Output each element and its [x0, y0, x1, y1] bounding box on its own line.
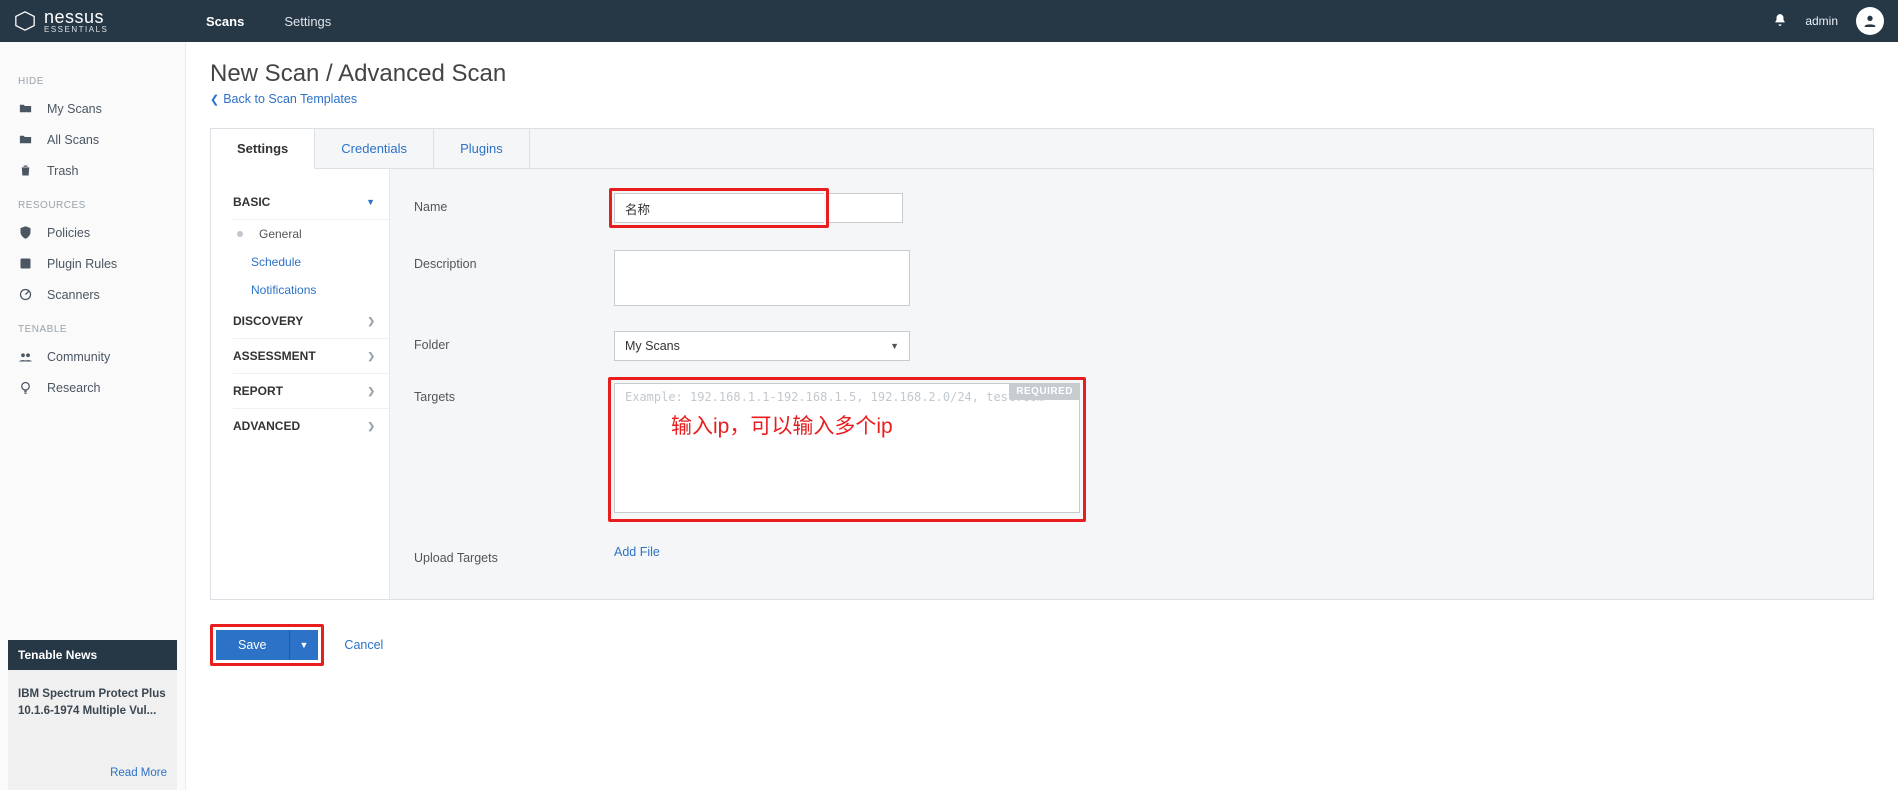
- brand-name: nessus: [44, 7, 104, 27]
- user-name[interactable]: admin: [1805, 14, 1838, 28]
- folder-label: Folder: [414, 331, 614, 352]
- notifications-icon[interactable]: [1773, 13, 1787, 30]
- back-link[interactable]: ❮ Back to Scan Templates: [210, 92, 357, 106]
- sidebar-item-community[interactable]: Community: [0, 341, 185, 372]
- settings-nav-label: BASIC: [233, 195, 270, 209]
- page-title: New Scan / Advanced Scan: [210, 60, 1874, 88]
- bulb-icon: [18, 380, 33, 395]
- save-button[interactable]: Save: [216, 630, 289, 660]
- chevron-right-icon: ❯: [367, 316, 375, 327]
- sidebar-item-scanners[interactable]: Scanners: [0, 279, 185, 310]
- topnav-settings[interactable]: Settings: [264, 0, 351, 42]
- news-box: Tenable News IBM Spectrum Protect Plus 1…: [8, 640, 177, 790]
- description-input[interactable]: [614, 250, 910, 306]
- back-link-label: Back to Scan Templates: [223, 92, 357, 106]
- save-dropdown-button[interactable]: ▼: [289, 630, 319, 660]
- settings-nav-label: ADVANCED: [233, 419, 300, 433]
- settings-nav-schedule[interactable]: Schedule: [233, 248, 389, 276]
- chevron-left-icon: ❮: [210, 93, 219, 106]
- chevron-down-icon: ▼: [366, 197, 375, 207]
- radar-icon: [18, 287, 33, 302]
- sidebar-item-label: Trash: [47, 164, 79, 178]
- cancel-link[interactable]: Cancel: [344, 638, 383, 652]
- sidebar-item-trash[interactable]: Trash: [0, 155, 185, 186]
- chevron-right-icon: ❯: [367, 421, 375, 432]
- sidebar-item-label: Scanners: [47, 288, 100, 302]
- name-label: Name: [414, 193, 614, 214]
- sidebar-item-policies[interactable]: Policies: [0, 217, 185, 248]
- chevron-right-icon: ❯: [367, 386, 375, 397]
- sidebar-group-resources: RESOURCES: [0, 186, 185, 217]
- tab-credentials[interactable]: Credentials: [315, 129, 434, 168]
- top-bar: nessus ESSENTIALS Scans Settings admin: [0, 0, 1898, 42]
- shield-icon: [18, 225, 33, 240]
- news-readmore-link[interactable]: Read More: [110, 765, 167, 782]
- caret-down-icon: ▼: [890, 341, 899, 351]
- settings-nav-label: REPORT: [233, 384, 283, 398]
- brand-edition: ESSENTIALS: [44, 25, 108, 34]
- targets-input[interactable]: [614, 383, 1080, 513]
- targets-label: Targets: [414, 383, 614, 404]
- add-file-link[interactable]: Add File: [614, 545, 660, 559]
- name-input-extra[interactable]: [829, 193, 903, 223]
- logo[interactable]: nessus ESSENTIALS: [0, 8, 186, 34]
- sidebar-item-research[interactable]: Research: [0, 372, 185, 403]
- sidebar-group-hide: HIDE: [0, 62, 185, 93]
- tabs: Settings Credentials Plugins: [211, 129, 1873, 169]
- name-input[interactable]: [614, 193, 824, 223]
- caret-down-icon: ▼: [300, 640, 309, 650]
- settings-nav-label: DISCOVERY: [233, 314, 303, 328]
- settings-nav-label: General: [259, 227, 302, 241]
- sidebar-item-label: My Scans: [47, 102, 102, 116]
- settings-nav-notifications[interactable]: Notifications: [233, 276, 389, 304]
- sidebar-item-label: Research: [47, 381, 101, 395]
- sidebar-item-plugin-rules[interactable]: Plugin Rules: [0, 248, 185, 279]
- tab-settings[interactable]: Settings: [211, 129, 315, 169]
- description-label: Description: [414, 250, 614, 271]
- settings-nav-advanced[interactable]: ADVANCED ❯: [233, 409, 389, 443]
- folder-icon: [18, 132, 33, 147]
- main-content: New Scan / Advanced Scan ❮ Back to Scan …: [186, 42, 1898, 790]
- settings-nav: BASIC ▼ General Schedule Notifications D…: [211, 169, 389, 599]
- topnav-scans[interactable]: Scans: [186, 0, 264, 42]
- sidebar-item-all-scans[interactable]: All Scans: [0, 124, 185, 155]
- settings-nav-basic[interactable]: BASIC ▼: [233, 185, 389, 220]
- sidebar-item-my-scans[interactable]: My Scans: [0, 93, 185, 124]
- folder-select-value: My Scans: [625, 339, 680, 353]
- user-icon: [1862, 13, 1878, 29]
- targets-highlight-box: REQUIRED 输入ip，可以输入多个ip: [608, 377, 1086, 522]
- plugin-icon: [18, 256, 33, 271]
- news-heading: Tenable News: [8, 640, 177, 670]
- folder-icon: [18, 101, 33, 116]
- avatar[interactable]: [1856, 7, 1884, 35]
- name-highlight-box: [609, 188, 829, 228]
- required-badge: REQUIRED: [1009, 383, 1080, 400]
- sidebar-item-label: Community: [47, 350, 110, 364]
- save-highlight-box: Save ▼: [210, 624, 324, 666]
- form-panel: Name Description: [389, 169, 1873, 599]
- sidebar-item-label: All Scans: [47, 133, 99, 147]
- sidebar-group-tenable: TENABLE: [0, 310, 185, 341]
- tab-plugins[interactable]: Plugins: [434, 129, 530, 168]
- sidebar-item-label: Plugin Rules: [47, 257, 117, 271]
- folder-select[interactable]: My Scans ▼: [614, 331, 910, 361]
- upload-targets-label: Upload Targets: [414, 544, 614, 565]
- settings-nav-report[interactable]: REPORT ❯: [233, 374, 389, 409]
- settings-nav-general[interactable]: General: [233, 220, 389, 248]
- top-nav: Scans Settings: [186, 0, 351, 42]
- settings-nav-assessment[interactable]: ASSESSMENT ❯: [233, 339, 389, 374]
- chevron-right-icon: ❯: [367, 351, 375, 362]
- settings-nav-label: ASSESSMENT: [233, 349, 316, 363]
- sidebar-item-label: Policies: [47, 226, 90, 240]
- logo-hexagon-icon: [14, 10, 36, 32]
- community-icon: [18, 349, 33, 364]
- news-body-text: IBM Spectrum Protect Plus 10.1.6-1974 Mu…: [18, 686, 167, 721]
- trash-icon: [18, 163, 33, 178]
- sidebar: HIDE My Scans All Scans Trash RESOURCES …: [0, 42, 186, 790]
- settings-nav-discovery[interactable]: DISCOVERY ❯: [233, 304, 389, 339]
